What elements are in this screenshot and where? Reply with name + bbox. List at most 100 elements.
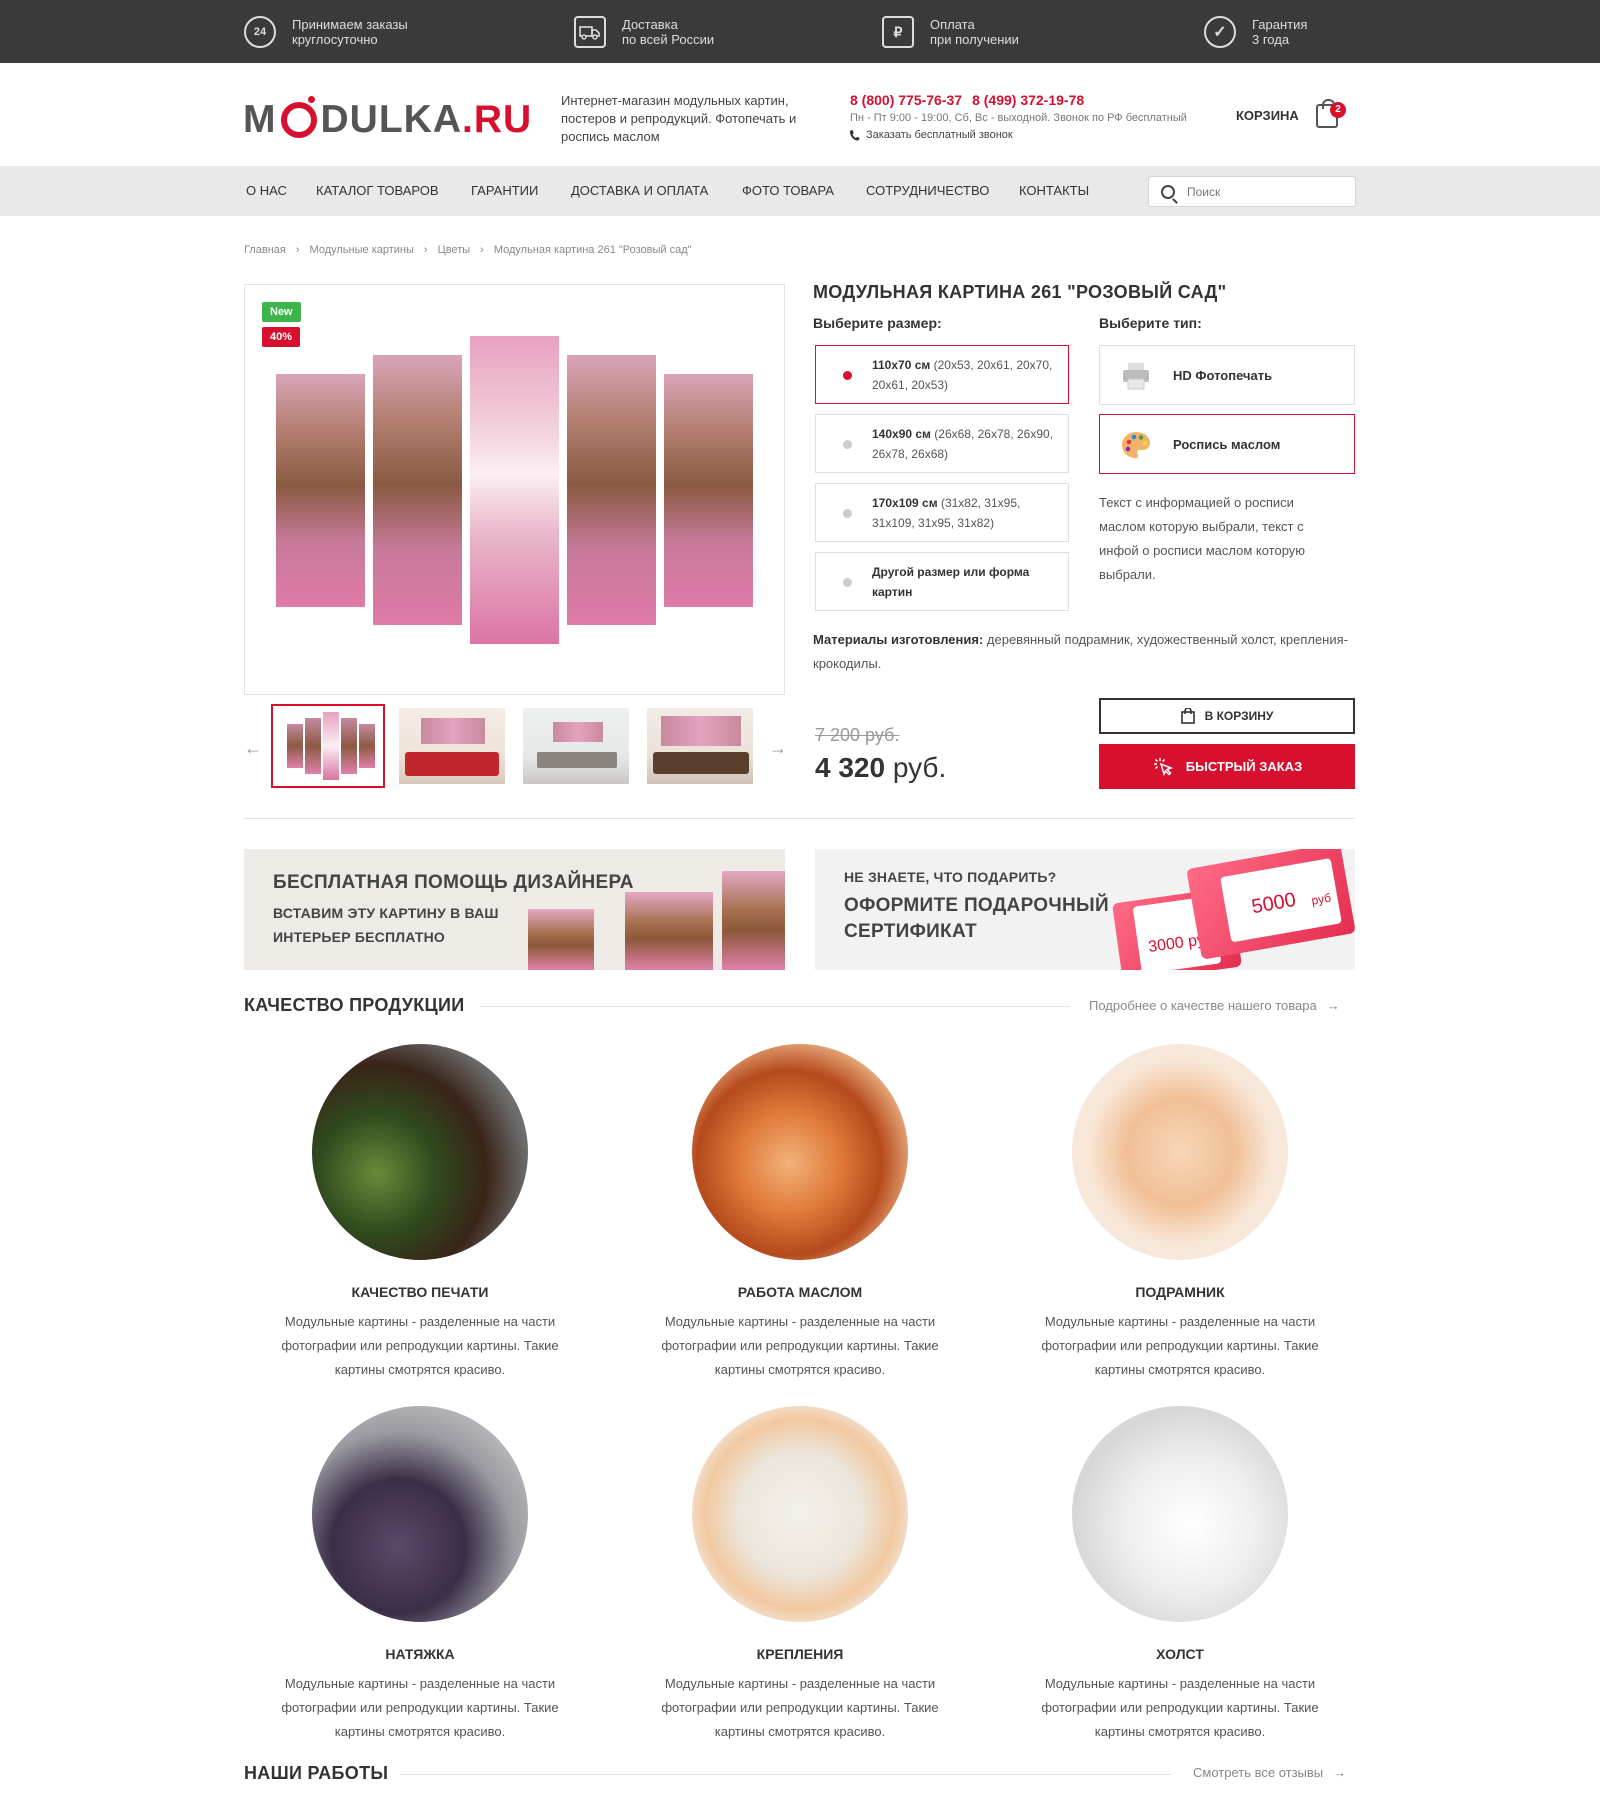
- price-value: 4 320: [815, 752, 886, 783]
- logo-text: DULKA: [320, 98, 462, 141]
- thumbnail[interactable]: [643, 704, 757, 788]
- works-heading: НАШИ РАБОТЫ: [244, 1763, 389, 1784]
- current-price: 4 320 руб.: [815, 752, 946, 784]
- quality-title: КРЕПЛЕНИЯ: [756, 1646, 844, 1662]
- phone-link[interactable]: 8 (800) 775-76-37: [850, 92, 962, 108]
- phone-link[interactable]: 8 (499) 372-19-78: [972, 92, 1084, 108]
- quality-title: ПОДРАМНИК: [1135, 1284, 1225, 1300]
- info-line: Гарантия: [1252, 17, 1308, 32]
- breadcrumb-item[interactable]: Главная: [244, 244, 286, 256]
- breadcrumb: Главная › Модульные картины › Цветы › Модул…: [244, 244, 692, 256]
- painting-panel: [373, 355, 462, 625]
- quality-title: ХОЛСТ: [1156, 1646, 1204, 1662]
- quality-title: НАТЯЖКА: [385, 1646, 455, 1662]
- price-currency: руб.: [885, 752, 947, 783]
- quality-title: КАЧЕСТВО ПЕЧАТИ: [351, 1284, 489, 1300]
- all-reviews-link[interactable]: Смотреть все отзывы →: [1193, 1765, 1346, 1780]
- callback-label: Заказать бесплатный звонок: [866, 129, 1013, 141]
- banner-title: ОФОРМИТЕ ПОДАРОЧНЫЙ: [844, 895, 1109, 916]
- contact-phones: 8 (800) 775-76-37 8 (499) 372-19-78 Пн - …: [850, 92, 1187, 141]
- thumbnail[interactable]: [271, 704, 385, 788]
- size-option-custom[interactable]: Другой размер или форма картин: [815, 552, 1069, 611]
- designer-help-banner[interactable]: БЕСПЛАТНАЯ ПОМОЩЬ ДИЗАЙНЕРА ВСТАВИМ ЭТУ …: [244, 849, 785, 970]
- painting-panel: [722, 871, 785, 970]
- type-option-oil[interactable]: Роспись маслом: [1099, 414, 1355, 474]
- radio-icon: [843, 509, 852, 518]
- search-box[interactable]: [1148, 176, 1356, 207]
- banner-subtitle: НЕ ЗНАЕТЕ, ЧТО ПОДАРИТЬ?: [844, 869, 1057, 885]
- quality-more-link[interactable]: Подробнее о качестве нашего товара →: [1089, 998, 1340, 1013]
- info-guarantee: ✓ Гарантия 3 года: [1204, 12, 1307, 52]
- breadcrumb-item[interactable]: Цветы: [438, 244, 471, 256]
- radio-selected-icon: [843, 371, 852, 380]
- logo-text: M: [243, 98, 277, 141]
- arrow-left-icon[interactable]: ←: [244, 738, 262, 759]
- print-quality-image: [312, 1044, 528, 1260]
- chevron-right-icon: ›: [480, 244, 484, 256]
- arrow-right-icon: →: [1333, 1765, 1347, 1780]
- type-label: HD Фотопечать: [1173, 367, 1273, 383]
- nav-catalog[interactable]: КАТАЛОГ ТОВАРОВ: [316, 183, 439, 198]
- phone-icon: [850, 130, 860, 141]
- type-option-print[interactable]: HD Фотопечать: [1099, 345, 1355, 405]
- nav-delivery-payment[interactable]: ДОСТАВКА И ОПЛАТА: [571, 183, 708, 198]
- breadcrumb-current: Модульная картина 261 "Розовый сад": [493, 244, 692, 256]
- quality-text: Модульные картины - разделенные на части…: [1041, 1676, 1319, 1739]
- size-option[interactable]: 110x70 см (20x53, 20x61, 20x70, 20x61, 2…: [815, 345, 1069, 404]
- logo-ring-icon: [280, 96, 317, 138]
- arrow-right-icon[interactable]: →: [769, 738, 787, 759]
- top-info-bar: 24 Принимаем заказы круглосуточно Доставк…: [0, 0, 1600, 63]
- checkmark-circle-icon: ✓: [1204, 16, 1236, 48]
- thumbnail[interactable]: [519, 704, 633, 788]
- nav-about[interactable]: О НАС: [246, 183, 287, 198]
- cart-link[interactable]: КОРЗИНА: [1236, 108, 1299, 123]
- info-delivery: Доставка по всей России: [574, 12, 714, 52]
- mounts-image: [692, 1406, 908, 1622]
- info-orders-24h: 24 Принимаем заказы круглосуточно: [244, 12, 408, 52]
- info-line: Доставка: [622, 17, 678, 32]
- quality-text: Модульные картины - разделенные на части…: [661, 1314, 939, 1377]
- nav-cooperation[interactable]: СОТРУДНИЧЕСТВО: [866, 183, 989, 198]
- delivery-truck-icon: [574, 16, 606, 48]
- site-logo[interactable]: M DULKA .RU: [243, 96, 533, 142]
- receipt-ruble-icon: ₽: [882, 16, 914, 48]
- quality-text: Модульные картины - разделенные на части…: [661, 1676, 939, 1739]
- canvas-roll-image: [1072, 1406, 1288, 1622]
- info-line: круглосуточно: [292, 32, 378, 47]
- info-payment: ₽ Оплата при получении: [882, 12, 1019, 52]
- section-divider: [244, 818, 1355, 819]
- search-icon[interactable]: [1161, 184, 1175, 199]
- logo-domain: .RU: [461, 98, 533, 141]
- banner-title: БЕСПЛАТНАЯ ПОМОЩЬ ДИЗАЙНЕРА: [273, 872, 634, 893]
- size-option[interactable]: 140x90 см (26x68, 26x78, 26x90, 26x78, 2…: [815, 414, 1069, 473]
- callback-link[interactable]: Заказать бесплатный звонок: [850, 129, 1187, 141]
- nav-guarantees[interactable]: ГАРАНТИИ: [471, 183, 538, 198]
- clock-24-icon: 24: [244, 16, 276, 48]
- heading-line: [400, 1774, 1172, 1775]
- chevron-right-icon: ›: [423, 244, 428, 256]
- size-main: 170x109 см: [872, 495, 938, 510]
- size-option[interactable]: 170x109 см (31x82, 31x95, 31x109, 31x95,…: [815, 483, 1069, 542]
- oil-painting-image: [692, 1044, 908, 1260]
- arrow-right-icon: →: [1326, 998, 1340, 1013]
- thumbnail[interactable]: [395, 704, 509, 788]
- gift-certificate-banner[interactable]: НЕ ЗНАЕТЕ, ЧТО ПОДАРИТЬ? ОФОРМИТЕ ПОДАРО…: [815, 849, 1355, 970]
- radio-icon: [843, 440, 852, 449]
- chevron-right-icon: ›: [295, 244, 300, 256]
- nav-contacts[interactable]: КОНТАКТЫ: [1019, 183, 1089, 198]
- nav-product-photos[interactable]: ФОТО ТОВАРА: [742, 183, 834, 198]
- painting-panel: [567, 355, 656, 625]
- quick-order-button[interactable]: БЫСТРЫЙ ЗАКАЗ: [1099, 744, 1355, 789]
- discount-badge: 40%: [262, 327, 301, 347]
- quality-text: Модульные картины - разделенные на части…: [1041, 1314, 1319, 1377]
- banner-title: СЕРТИФИКАТ: [844, 921, 977, 942]
- size-main: 140x90 см: [872, 426, 931, 441]
- info-line: Принимаем заказы: [292, 17, 408, 32]
- painting-panel: [664, 374, 753, 607]
- add-to-cart-button[interactable]: В КОРЗИНУ: [1099, 698, 1355, 734]
- search-input[interactable]: [1187, 184, 1337, 199]
- link-label: Смотреть все отзывы: [1193, 1765, 1324, 1780]
- breadcrumb-item[interactable]: Модульные картины: [310, 244, 414, 256]
- painting-panel: [276, 374, 365, 607]
- old-price: 7 200 руб.: [815, 725, 900, 745]
